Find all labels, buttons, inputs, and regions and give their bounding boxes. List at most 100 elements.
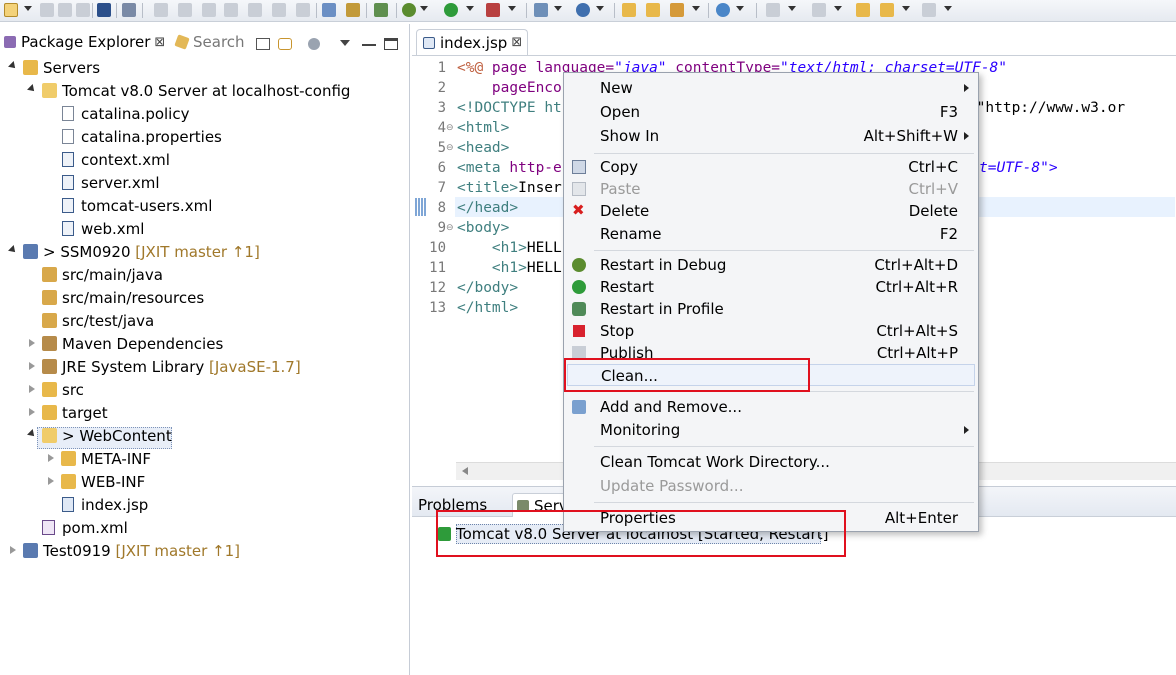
- expand-icon[interactable]: [27, 429, 37, 439]
- code-line: <html>: [457, 120, 510, 136]
- back-icon[interactable]: [880, 3, 894, 17]
- menu-item-clean-work-dir[interactable]: Clean Tomcat Work Directory...: [564, 451, 978, 473]
- step-return-icon[interactable]: [296, 3, 310, 17]
- disconnect-icon[interactable]: [224, 3, 238, 17]
- new-class-icon[interactable]: [576, 3, 590, 17]
- menu-item-add-remove[interactable]: Add and Remove...: [564, 396, 978, 418]
- deploy-icon[interactable]: [346, 3, 360, 17]
- new-icon[interactable]: [4, 3, 18, 17]
- debug-icon[interactable]: [402, 3, 416, 17]
- pin-icon[interactable]: [122, 3, 136, 17]
- dropdown-arrow-icon[interactable]: [24, 6, 32, 11]
- menu-item-restart-profile[interactable]: Restart in Profile: [564, 298, 978, 320]
- dropdown-arrow-icon[interactable]: [834, 6, 842, 11]
- globe-icon[interactable]: [716, 3, 730, 17]
- collapse-all-icon[interactable]: [256, 38, 270, 50]
- link-with-editor-icon[interactable]: [278, 38, 292, 50]
- save-all-icon[interactable]: [58, 3, 72, 17]
- build-icon[interactable]: [374, 3, 388, 17]
- collapse-icon[interactable]: [48, 477, 54, 485]
- menu-separator: [594, 446, 974, 447]
- expand-icon[interactable]: [8, 245, 18, 255]
- next-annotation-icon[interactable]: [766, 3, 780, 17]
- folder-icon: [42, 382, 57, 397]
- line-number: 12: [429, 280, 446, 296]
- toolbar-separator: [142, 3, 143, 18]
- menu-item-rename[interactable]: Rename F2: [564, 223, 978, 245]
- paste-icon: [572, 182, 586, 196]
- close-icon[interactable]: ⊠: [511, 35, 522, 50]
- dropdown-arrow-icon[interactable]: [554, 6, 562, 11]
- print-icon[interactable]: [76, 3, 90, 17]
- dropdown-arrow-icon[interactable]: [902, 6, 910, 11]
- menu-item-show-in[interactable]: Show In Alt+Shift+W: [564, 125, 978, 147]
- tab-search[interactable]: Search: [174, 30, 245, 54]
- submenu-arrow-icon: [964, 132, 969, 140]
- suspend-icon[interactable]: [178, 3, 192, 17]
- maven-project-icon: [23, 543, 38, 558]
- open-type-icon[interactable]: [622, 3, 636, 17]
- view-menu-icon[interactable]: [340, 40, 350, 46]
- view-filter-icon[interactable]: [308, 38, 320, 50]
- menu-item-delete[interactable]: ✖ Delete Delete: [564, 200, 978, 222]
- expand-icon[interactable]: [8, 61, 18, 71]
- scroll-left-icon[interactable]: [462, 467, 468, 475]
- dropdown-arrow-icon[interactable]: [466, 6, 474, 11]
- delete-icon: ✖: [572, 201, 585, 219]
- menu-item-restart-debug[interactable]: Restart in Debug Ctrl+Alt+D: [564, 254, 978, 276]
- dropdown-arrow-icon[interactable]: [736, 6, 744, 11]
- package-explorer-tabbar: Package Explorer ⊠ Search: [0, 30, 409, 54]
- line-number: 7: [437, 180, 446, 196]
- fold-icon[interactable]: ⊖: [446, 138, 454, 158]
- tab-package-explorer[interactable]: Package Explorer ⊠: [4, 30, 165, 54]
- menu-item-restart[interactable]: Restart Ctrl+Alt+R: [564, 276, 978, 298]
- menu-item-update-password[interactable]: Update Password...: [564, 475, 978, 497]
- menu-item-open[interactable]: Open F3: [564, 101, 978, 123]
- pencil-icon[interactable]: [670, 3, 684, 17]
- dropdown-arrow-icon[interactable]: [508, 6, 516, 11]
- step-into-icon[interactable]: [248, 3, 262, 17]
- menu-separator: [594, 153, 974, 154]
- tab-index-jsp[interactable]: index.jsp ⊠: [416, 29, 528, 55]
- last-edit-icon[interactable]: [856, 3, 870, 17]
- fold-icon[interactable]: ⊖: [446, 118, 454, 138]
- collapse-icon[interactable]: [29, 385, 35, 393]
- terminate-icon[interactable]: [202, 3, 216, 17]
- toolbar-separator: [756, 3, 757, 18]
- collapse-icon[interactable]: [48, 454, 54, 462]
- terminal-icon[interactable]: [97, 3, 111, 17]
- fold-icon[interactable]: ⊖: [446, 218, 454, 238]
- menu-item-monitoring[interactable]: Monitoring: [564, 419, 978, 441]
- open-folder-icon[interactable]: [646, 3, 660, 17]
- dropdown-arrow-icon[interactable]: [420, 6, 428, 11]
- resume-icon[interactable]: [154, 3, 168, 17]
- menu-item-stop[interactable]: Stop Ctrl+Alt+S: [564, 320, 978, 342]
- dropdown-arrow-icon[interactable]: [788, 6, 796, 11]
- menu-item-paste[interactable]: Paste Ctrl+V: [564, 178, 978, 200]
- close-icon[interactable]: ⊠: [154, 35, 165, 50]
- collapse-icon[interactable]: [29, 408, 35, 416]
- collapse-icon[interactable]: [10, 546, 16, 554]
- dropdown-arrow-icon[interactable]: [944, 6, 952, 11]
- minimize-icon[interactable]: [362, 44, 376, 46]
- external-tools-icon[interactable]: [486, 3, 500, 17]
- run-icon[interactable]: [444, 3, 458, 17]
- maximize-icon[interactable]: [384, 38, 398, 50]
- new-server-icon[interactable]: [534, 3, 548, 17]
- step-over-icon[interactable]: [272, 3, 286, 17]
- expand-icon[interactable]: [27, 84, 37, 94]
- forward-icon[interactable]: [922, 3, 936, 17]
- run-server-icon[interactable]: [322, 3, 336, 17]
- dropdown-arrow-icon[interactable]: [596, 6, 604, 11]
- jre-decoration: [JavaSE-1.7]: [209, 358, 301, 376]
- menu-item-copy[interactable]: Copy Ctrl+C: [564, 156, 978, 178]
- prev-annotation-icon[interactable]: [812, 3, 826, 17]
- menu-separator: [594, 250, 974, 251]
- toolbar-separator: [366, 3, 367, 18]
- dropdown-arrow-icon[interactable]: [692, 6, 700, 11]
- collapse-icon[interactable]: [29, 362, 35, 370]
- menu-separator: [594, 502, 974, 503]
- collapse-icon[interactable]: [29, 339, 35, 347]
- save-icon[interactable]: [40, 3, 54, 17]
- menu-item-new[interactable]: New: [564, 77, 978, 99]
